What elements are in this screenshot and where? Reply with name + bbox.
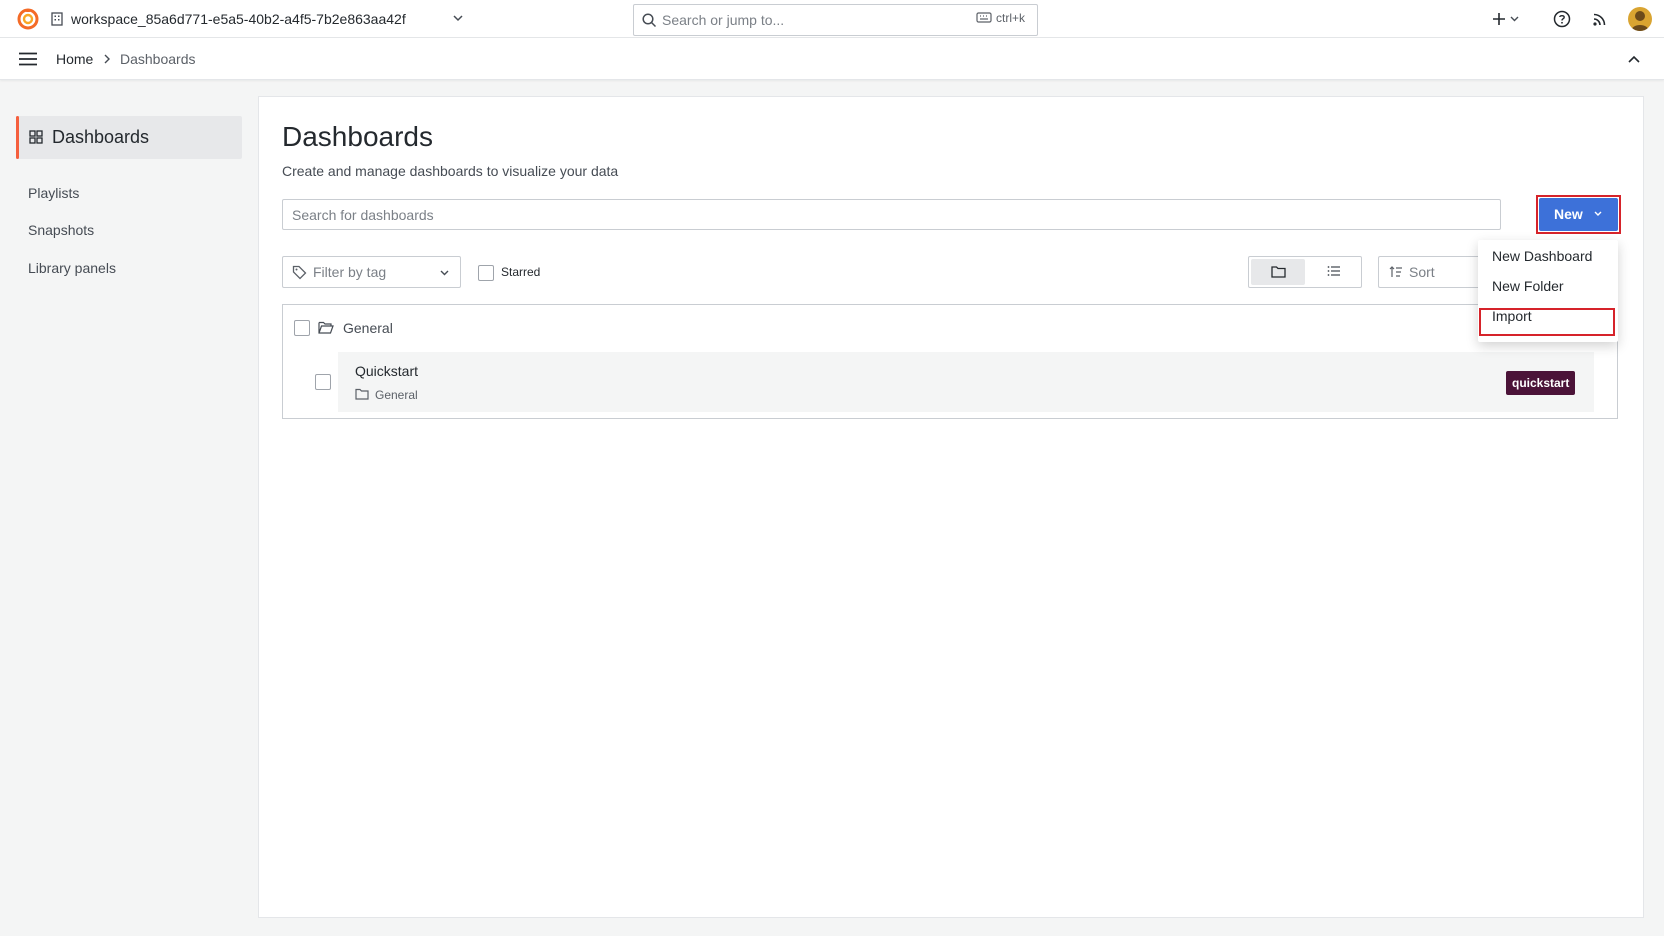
grafana-logo-icon[interactable]: [16, 7, 40, 31]
starred-label[interactable]: Starred: [501, 265, 540, 279]
chevron-right-icon: [103, 54, 111, 64]
chevron-down-icon: [1594, 211, 1602, 217]
search-placeholder: Search or jump to...: [662, 12, 785, 28]
menu-item-new-dashboard[interactable]: New Dashboard: [1492, 248, 1592, 264]
user-avatar[interactable]: [1628, 7, 1652, 31]
add-new-button[interactable]: [1492, 10, 1522, 28]
chevron-down-icon[interactable]: [453, 14, 463, 22]
new-button[interactable]: New: [1539, 198, 1618, 231]
new-dropdown-menu: New Dashboard New Folder Import: [1478, 240, 1618, 342]
apps-grid-icon: [29, 130, 43, 144]
keyboard-icon: [976, 11, 992, 23]
filter-by-tag-select[interactable]: Filter by tag: [282, 256, 461, 288]
table-row[interactable]: [338, 352, 1594, 412]
chevron-up-icon[interactable]: [1628, 55, 1640, 63]
sort-label: Sort: [1409, 264, 1435, 280]
sidebar-item-library-panels[interactable]: Library panels: [28, 260, 116, 276]
starred-checkbox[interactable]: [478, 265, 494, 281]
news-feed-icon[interactable]: [1592, 11, 1608, 27]
folder-open-icon: [318, 321, 334, 334]
sidebar-item-snapshots[interactable]: Snapshots: [28, 222, 94, 238]
help-icon[interactable]: [1553, 10, 1571, 28]
list-view-button[interactable]: [1307, 259, 1359, 285]
menu-toggle-icon[interactable]: [18, 52, 38, 66]
page-title: Dashboards: [282, 121, 433, 152]
folder-icon: [1271, 266, 1286, 278]
dashboard-title[interactable]: Quickstart: [355, 363, 418, 379]
new-button-label: New: [1554, 206, 1583, 222]
tag-icon: [292, 265, 307, 280]
active-indicator: [16, 116, 19, 159]
menu-item-new-folder[interactable]: New Folder: [1492, 278, 1564, 294]
search-icon: [642, 13, 657, 28]
menu-item-import[interactable]: Import: [1492, 308, 1532, 324]
dashboard-search-input[interactable]: Search for dashboards: [282, 199, 1501, 230]
sidebar-item-label: Dashboards: [52, 127, 150, 147]
page-subtitle: Create and manage dashboards to visualiz…: [282, 163, 619, 179]
view-toggle: [1248, 256, 1362, 288]
breadcrumb-bar: [0, 38, 1664, 80]
search-shortcut: ctrl+k: [996, 11, 1026, 25]
filter-by-tag-label: Filter by tag: [313, 264, 387, 280]
sort-select[interactable]: Sort: [1378, 256, 1478, 288]
building-icon: [51, 12, 63, 26]
global-search-input[interactable]: Search or jump to... ctrl+k: [633, 4, 1038, 36]
list-icon: [1327, 266, 1340, 276]
chevron-down-icon: [440, 270, 449, 276]
folder-checkbox[interactable]: [294, 320, 310, 336]
dashboard-checkbox[interactable]: [315, 374, 331, 390]
tag-badge[interactable]: quickstart: [1506, 371, 1576, 395]
sidebar-item-dashboards[interactable]: Dashboards: [16, 116, 242, 159]
workspace-switcher[interactable]: workspace_85a6d771-e5a5-40b2-a4f5-7b2e86…: [71, 11, 406, 27]
breadcrumb-current: Dashboards: [120, 51, 196, 67]
folder-view-button[interactable]: [1251, 259, 1305, 285]
folder-name[interactable]: General: [343, 320, 393, 336]
sort-icon: [1389, 266, 1403, 278]
folder-icon: [355, 388, 369, 400]
sidebar-item-playlists[interactable]: Playlists: [28, 185, 79, 201]
dashboard-folder-label: General: [375, 388, 418, 402]
breadcrumb-home[interactable]: Home: [56, 51, 93, 67]
